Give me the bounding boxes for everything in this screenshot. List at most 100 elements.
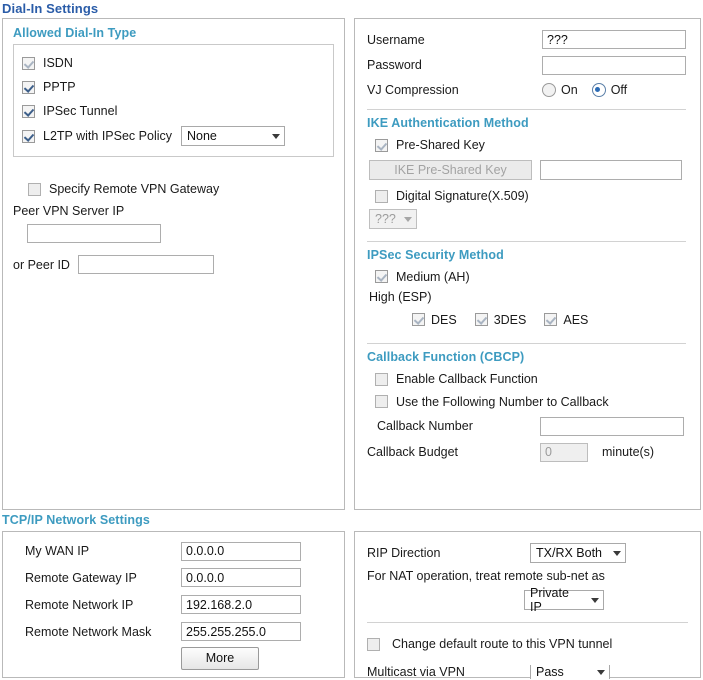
vj-compression-label: VJ Compression	[367, 83, 459, 97]
callback-budget-label: Callback Budget	[367, 445, 459, 459]
l2tp-policy-select[interactable]: None	[181, 126, 285, 146]
change-default-route-row[interactable]: Change default route to this VPN tunnel	[367, 632, 688, 656]
use-following-number-row[interactable]: Use the Following Number to Callback	[367, 390, 686, 413]
truncated-row-select[interactable]: Pass	[530, 665, 610, 679]
username-input[interactable]	[542, 30, 686, 49]
allowed-dial-in-heading: Allowed Dial-In Type	[13, 26, 137, 40]
divider-above-ipsec	[367, 241, 686, 242]
dial-in-type-pptp[interactable]: PPTP	[22, 75, 325, 99]
specify-remote-vpn-gateway-checkbox[interactable]	[28, 182, 41, 196]
3des-label: 3DES	[493, 312, 527, 327]
rip-settings-panel: RIP Direction TX/RX Both For NAT operati…	[354, 531, 701, 679]
pptp-label: PPTP	[43, 80, 76, 94]
more-button-row: More	[13, 645, 334, 671]
more-button-label: More	[205, 651, 235, 665]
callback-number-input[interactable]	[540, 416, 684, 436]
des-label: DES	[431, 312, 457, 327]
tcpip-settings-panel: My WAN IP Remote Gateway IP Remote Netwo…	[2, 531, 345, 678]
isdn-checkbox[interactable]	[22, 56, 35, 70]
password-input[interactable]	[542, 55, 686, 75]
use-following-number-checkbox[interactable]	[375, 395, 388, 408]
nat-subnet-select[interactable]: Private IP	[524, 586, 604, 614]
callback-budget-row: Callback Budget minute(s)	[367, 439, 686, 465]
ike-pre-shared-key-input[interactable]	[540, 160, 682, 180]
ike-pre-shared-key-button-label: IKE Pre-Shared Key	[394, 163, 507, 177]
my-wan-ip-input[interactable]	[181, 541, 301, 561]
medium-ah-label: Medium (AH)	[396, 269, 470, 284]
des-option[interactable]: DES	[412, 313, 457, 327]
username-label: Username	[367, 32, 425, 47]
ipsec-security-heading: IPSec Security Method	[367, 248, 504, 262]
peer-vpn-server-ip-label: Peer VPN Server IP	[13, 204, 125, 218]
ipsec-tunnel-checkbox[interactable]	[22, 104, 35, 118]
remote-gateway-ip-input[interactable]	[181, 568, 301, 587]
truncated-row-value: Pass	[536, 665, 564, 679]
pptp-checkbox[interactable]	[22, 80, 35, 94]
vj-on-option[interactable]: On	[542, 83, 578, 97]
dial-in-type-ipsec-tunnel[interactable]: IPSec Tunnel	[22, 99, 325, 123]
truncated-row-label: Multicast via VPN	[367, 665, 465, 679]
vj-off-radio[interactable]	[591, 83, 606, 97]
l2tp-checkbox[interactable]	[22, 129, 35, 143]
remote-gateway-ip-row: Remote Gateway IP	[13, 564, 334, 591]
vj-on-label: On	[561, 83, 578, 97]
password-label: Password	[367, 58, 422, 72]
vj-off-option[interactable]: Off	[591, 83, 627, 97]
aes-option[interactable]: AES	[544, 313, 588, 327]
my-wan-ip-label: My WAN IP	[25, 544, 90, 558]
nat-operation-label: For NAT operation, treat remote sub-net …	[367, 569, 605, 583]
divider-above-callback	[367, 343, 686, 344]
l2tp-policy-value: None	[187, 129, 217, 143]
medium-ah-row[interactable]: Medium (AH)	[367, 266, 686, 287]
ike-pre-shared-key-button[interactable]: IKE Pre-Shared Key	[369, 160, 532, 180]
enable-callback-row[interactable]: Enable Callback Function	[367, 368, 686, 390]
specify-remote-vpn-gateway-row[interactable]: Specify Remote VPN Gateway	[13, 177, 334, 201]
username-row: Username	[367, 27, 686, 52]
enable-callback-checkbox[interactable]	[375, 372, 388, 386]
remote-network-ip-input[interactable]	[181, 595, 301, 614]
vj-on-radio[interactable]	[542, 83, 556, 97]
dial-in-type-isdn[interactable]: ISDN	[22, 51, 325, 75]
tcpip-network-settings-title: TCP/IP Network Settings	[2, 513, 150, 527]
chevron-down-icon	[272, 133, 280, 139]
callback-budget-unit: minute(s)	[602, 445, 655, 459]
peer-vpn-server-ip-input[interactable]	[27, 224, 161, 243]
nat-subnet-value: Private IP	[530, 586, 569, 614]
remote-gateway-ip-label: Remote Gateway IP	[25, 570, 137, 585]
des-checkbox[interactable]	[412, 313, 425, 326]
specify-remote-vpn-gateway-label: Specify Remote VPN Gateway	[49, 182, 220, 196]
3des-checkbox[interactable]	[474, 313, 488, 326]
change-default-route-checkbox[interactable]	[367, 637, 380, 651]
or-peer-id-label: or Peer ID	[13, 257, 70, 272]
callback-number-row: Callback Number	[367, 413, 686, 439]
dial-in-type-l2tp[interactable]: L2TP with IPSec Policy None	[22, 123, 325, 149]
divider-above-default-route	[367, 622, 688, 623]
digital-signature-checkbox[interactable]	[375, 189, 388, 203]
peer-id-input[interactable]	[77, 255, 214, 274]
remote-network-ip-row: Remote Network IP	[13, 591, 334, 618]
pre-shared-key-checkbox[interactable]	[375, 138, 388, 152]
callback-number-label: Callback Number	[377, 419, 473, 433]
medium-ah-checkbox[interactable]	[375, 270, 388, 283]
tcpip-network-settings-heading-wrap: TCP/IP Network Settings	[2, 513, 345, 530]
more-button[interactable]: More	[181, 646, 259, 670]
3des-option[interactable]: 3DES	[474, 312, 527, 327]
certificate-select[interactable]: ???	[369, 209, 417, 229]
divider-above-ike	[367, 109, 686, 110]
chevron-down-icon	[404, 216, 412, 222]
esp-algorithms-row: DES 3DES AES	[367, 308, 686, 331]
digital-signature-label: Digital Signature(X.509)	[396, 189, 529, 203]
aes-label: AES	[563, 312, 589, 327]
callback-budget-input[interactable]	[540, 442, 588, 462]
rip-direction-select[interactable]: TX/RX Both	[530, 543, 626, 563]
nat-subnet-row: Private IP	[367, 586, 688, 614]
pre-shared-key-row[interactable]: Pre-Shared Key	[367, 134, 686, 156]
aes-checkbox[interactable]	[544, 313, 558, 326]
truncated-bottom-row: Multicast via VPN Pass	[367, 665, 688, 679]
callback-heading: Callback Function (CBCP)	[367, 350, 525, 364]
remote-network-mask-label: Remote Network Mask	[25, 624, 152, 639]
digital-signature-row[interactable]: Digital Signature(X.509)	[367, 183, 686, 209]
dial-in-type-box: ISDN PPTP IPSec Tunnel L2TP with IPSec P…	[13, 44, 334, 157]
remote-network-mask-input[interactable]	[181, 622, 301, 641]
allowed-dial-in-panel: Allowed Dial-In Type ISDN PPTP IPSec Tun…	[2, 18, 345, 510]
